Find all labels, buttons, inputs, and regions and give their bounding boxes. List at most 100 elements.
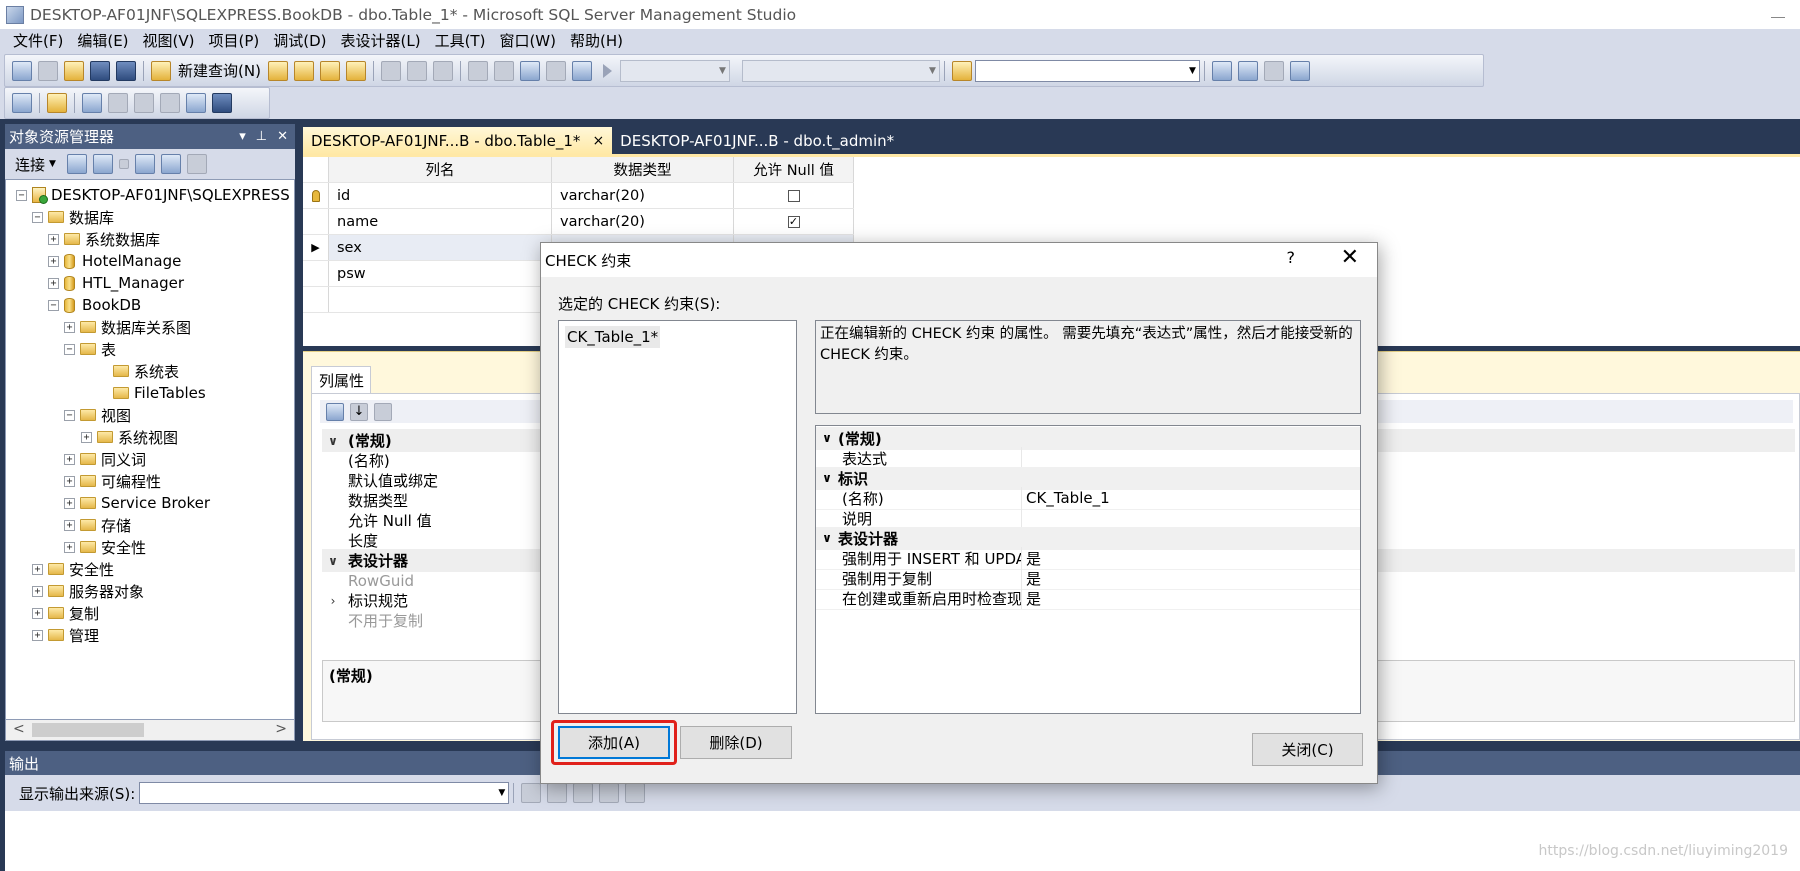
expand-icon[interactable]: + [32, 607, 43, 619]
tree-node[interactable]: + 复制 [32, 602, 99, 624]
expand-icon[interactable]: + [64, 497, 75, 509]
menu-tools[interactable]: 工具(T) [428, 29, 493, 54]
tree-node[interactable]: − 数据库 [32, 206, 114, 228]
new-query-button[interactable]: 新建查询(N) [178, 60, 261, 81]
previous-message-icon[interactable] [547, 783, 568, 803]
expand-icon[interactable]: + [64, 453, 75, 465]
expand-icon[interactable]: + [32, 563, 43, 575]
tree-node[interactable]: + 系统视图 [81, 426, 178, 448]
db-engine-query-icon[interactable] [267, 60, 288, 81]
column-name-cell[interactable]: id [329, 183, 552, 208]
relationships-icon[interactable] [82, 93, 102, 113]
tree-node[interactable]: + 数据库关系图 [64, 316, 191, 338]
collapse-icon[interactable]: − [48, 299, 59, 311]
menu-view[interactable]: 视图(V) [136, 29, 202, 54]
add-button[interactable]: 添加(A) [558, 726, 670, 759]
disconnect-icon[interactable] [92, 154, 113, 174]
connect-dropdown-icon[interactable]: ▼ [49, 159, 56, 169]
find-combo[interactable]: ▼ [974, 59, 1200, 82]
manage-xml-indexes-icon[interactable] [160, 93, 180, 113]
tree-node[interactable]: + HotelManage [48, 250, 181, 272]
help-icon[interactable]: ? [1287, 248, 1296, 267]
data-type-cell[interactable]: varchar(20) [552, 183, 734, 208]
toolbox-icon[interactable] [1263, 60, 1284, 81]
menu-edit[interactable]: 编辑(E) [70, 29, 135, 54]
tree-node[interactable]: + 安全性 [32, 558, 114, 580]
column-name-cell[interactable]: sex [329, 235, 552, 260]
expand-icon[interactable]: + [64, 541, 75, 553]
expand-icon[interactable]: + [48, 277, 59, 289]
output-text-area[interactable] [5, 811, 1800, 871]
go-to-line-icon[interactable] [521, 783, 542, 803]
tree-node[interactable]: FileTables [97, 382, 206, 404]
expand-icon[interactable]: + [64, 475, 75, 487]
generate-script-icon[interactable] [12, 93, 32, 113]
properties-window-icon[interactable] [1289, 60, 1310, 81]
constraint-list-item[interactable]: CK_Table_1* [565, 326, 661, 348]
allow-null-checkbox[interactable] [787, 189, 800, 202]
tree-node[interactable]: + 同义词 [64, 448, 146, 470]
expand-icon[interactable]: + [32, 585, 43, 597]
activity-monitor-icon[interactable] [186, 154, 207, 174]
cut-icon[interactable] [380, 60, 401, 81]
expand-icon[interactable]: + [48, 255, 59, 267]
dialog-close-icon[interactable]: ✕ [1341, 245, 1359, 270]
tab-table-1[interactable]: DESKTOP-AF01JNF...B - dbo.Table_1* × [303, 127, 613, 154]
xmla-query-icon[interactable] [345, 60, 366, 81]
minimize-button[interactable] [1771, 4, 1785, 18]
tab-t-admin[interactable]: DESKTOP-AF01JNF...B - dbo.t_admin* [612, 127, 902, 154]
close-button[interactable]: 关闭(C) [1252, 733, 1363, 766]
tree-node[interactable]: + HTL_Manager [48, 272, 184, 294]
collapse-chevron-icon[interactable]: ∨ [816, 471, 838, 485]
activity-monitor-icon[interactable] [571, 60, 592, 81]
manage-check-constraints-icon[interactable] [186, 93, 206, 113]
menu-debug[interactable]: 调试(D) [266, 29, 333, 54]
filter-icon[interactable] [134, 154, 155, 174]
copy-icon[interactable] [406, 60, 427, 81]
row-selector[interactable] [303, 261, 329, 286]
add-item-icon[interactable] [38, 60, 58, 81]
property-value[interactable]: 是 [1022, 548, 1041, 569]
dropdown-icon[interactable]: ▾ [239, 129, 246, 144]
clear-all-icon[interactable] [599, 783, 620, 803]
menu-window[interactable]: 窗口(W) [492, 29, 563, 54]
connect-button[interactable]: 连接 [15, 154, 45, 175]
scroll-thumb[interactable] [32, 723, 144, 737]
property-row[interactable]: 在创建或重新启用时检查现有数据是 [816, 587, 1360, 610]
tree-node[interactable]: + 管理 [32, 624, 99, 646]
dmx-query-icon[interactable] [319, 60, 340, 81]
collapse-icon[interactable]: − [32, 211, 43, 223]
paste-icon[interactable] [432, 60, 453, 81]
allow-null-cell[interactable]: ✓ [734, 209, 854, 234]
property-value[interactable]: CK_Table_1 [1022, 489, 1110, 507]
solution-platform-combo[interactable]: ▼ [741, 59, 940, 82]
analysis-query-icon[interactable] [293, 60, 314, 81]
property-value[interactable]: 是 [1022, 568, 1041, 589]
collapse-icon[interactable]: − [16, 189, 27, 201]
expand-icon[interactable]: + [32, 629, 43, 641]
tree-node[interactable]: − DESKTOP-AF01JNF\SQLEXPRESS [16, 184, 290, 206]
column-name-cell[interactable]: name [329, 209, 552, 234]
solution-explorer-icon[interactable] [545, 60, 566, 81]
current-row-icon[interactable]: ▶ [303, 235, 329, 260]
output-source-combo[interactable]: ▼ [139, 782, 510, 804]
table-row[interactable]: id varchar(20) [303, 183, 854, 209]
column-name-cell[interactable]: psw [329, 261, 552, 286]
pin-icon[interactable]: ⊥ [256, 129, 267, 144]
registered-servers-icon[interactable] [1237, 60, 1258, 81]
close-icon[interactable]: ✕ [277, 129, 288, 144]
property-pages-icon[interactable] [374, 402, 392, 421]
navigate-icon[interactable] [519, 60, 540, 81]
tree-node[interactable]: − 视图 [64, 404, 131, 426]
expand-icon[interactable]: + [64, 321, 75, 333]
scroll-right-icon[interactable]: > [275, 721, 287, 737]
property-value[interactable]: 是 [1022, 588, 1041, 609]
chevron-icon[interactable]: › [322, 594, 344, 608]
expand-icon[interactable]: + [48, 233, 59, 245]
object-explorer-hscrollbar[interactable]: < > [5, 720, 295, 741]
row-selector[interactable] [303, 209, 329, 234]
collapse-icon[interactable]: − [64, 343, 75, 355]
redo-icon[interactable] [493, 60, 514, 81]
tree-node[interactable]: + 安全性 [64, 536, 146, 558]
row-selector[interactable] [303, 287, 329, 312]
